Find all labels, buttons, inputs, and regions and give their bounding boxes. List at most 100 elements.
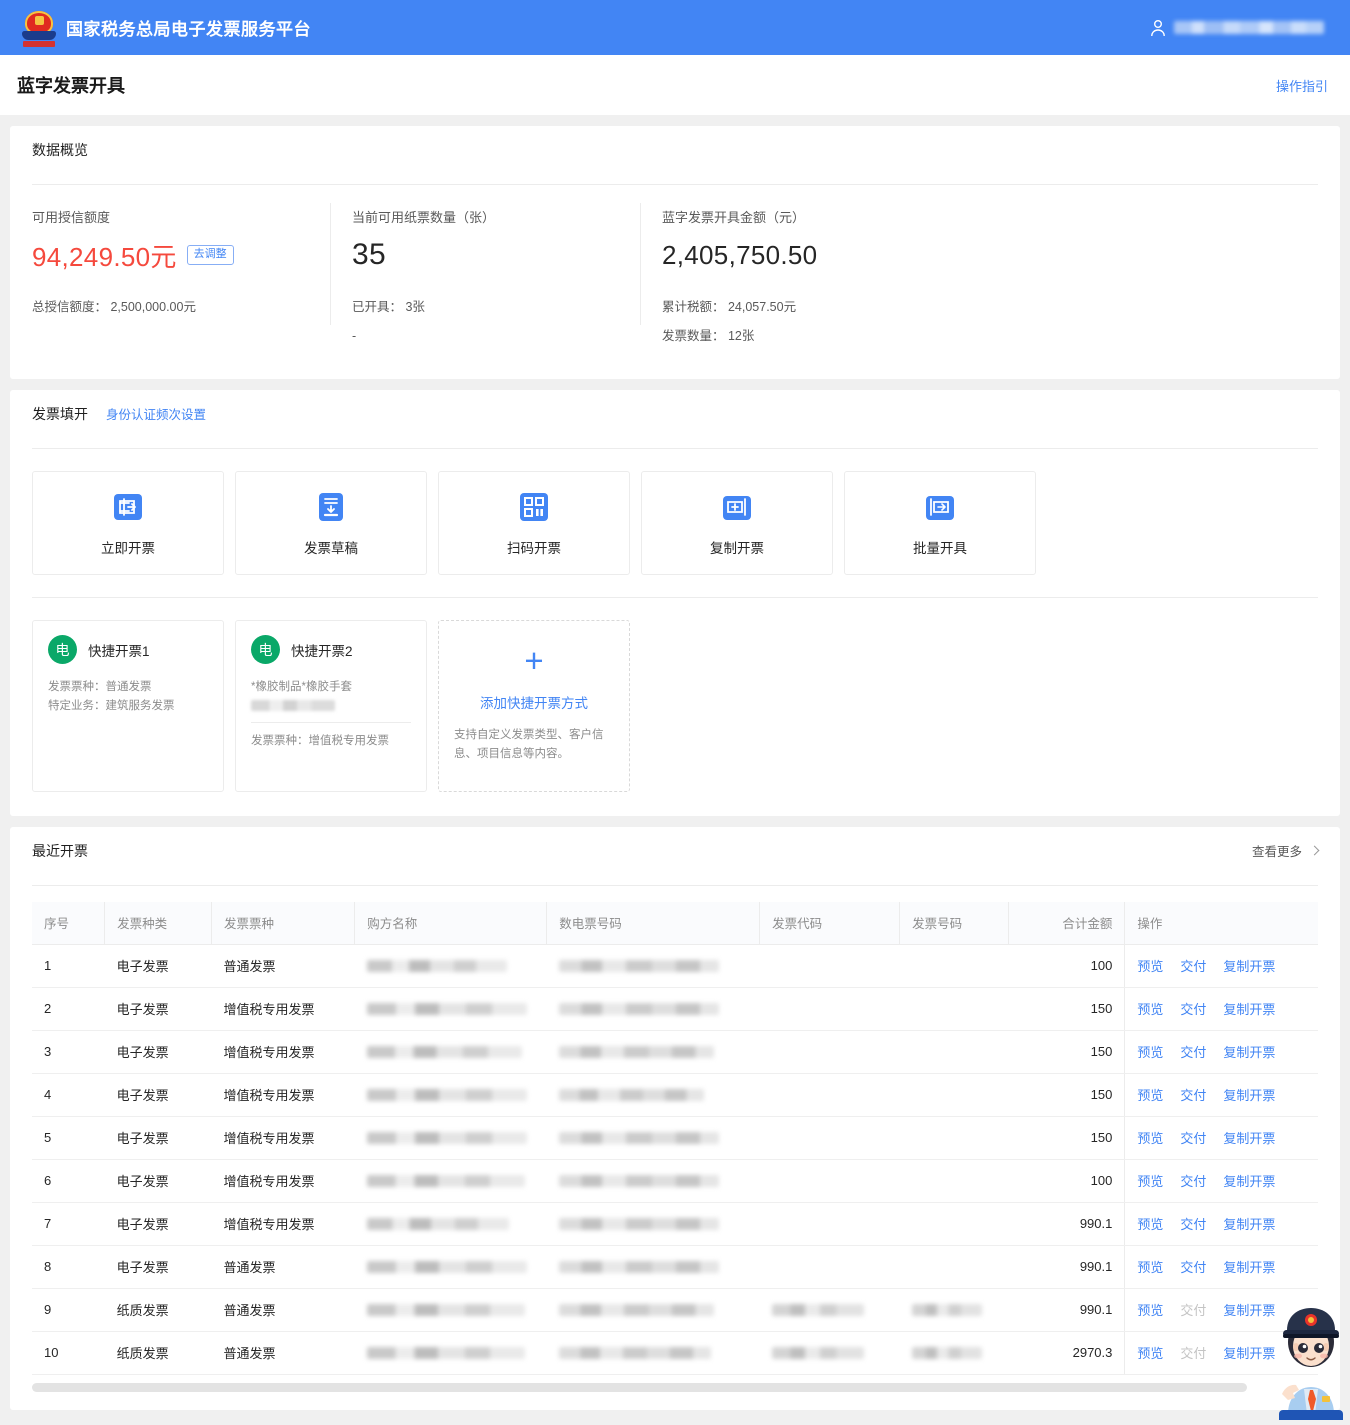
cell-total-amount: 990.1 <box>1009 1245 1125 1288</box>
chevron-right-icon <box>1310 846 1320 856</box>
tax-officer-mascot[interactable] <box>1274 1290 1348 1420</box>
stat-foot-issued-text: 已开具： 3张 <box>352 300 425 314</box>
stat-value: 2,405,750.50 <box>662 240 817 271</box>
cell-invoice-no <box>900 1116 1009 1159</box>
copy-invoice-link[interactable]: 复制开票 <box>1223 1131 1275 1146</box>
copy-invoice-link[interactable]: 复制开票 <box>1223 1045 1275 1060</box>
view-more-label: 查看更多 <box>1252 841 1302 860</box>
col-header-operations: 操作 <box>1125 902 1318 944</box>
cell-invoice-code <box>760 1245 900 1288</box>
preview-link[interactable]: 预览 <box>1137 959 1163 974</box>
table-body: 1电子发票普通发票100预览交付复制开票2电子发票增值税专用发票150预览交付复… <box>32 944 1318 1374</box>
cell-invoice-type: 普通发票 <box>212 1331 355 1374</box>
page-header: 蓝字发票开具 操作指引 <box>0 55 1350 115</box>
deliver-link[interactable]: 交付 <box>1180 1088 1206 1103</box>
tile-label: 发票草稿 <box>304 537 358 557</box>
tile-scan-invoice[interactable]: 扫码开票 <box>438 471 630 575</box>
cell-invoice-code <box>760 1202 900 1245</box>
preview-link[interactable]: 预览 <box>1137 1002 1163 1017</box>
cell-digital-invoice-no <box>547 1331 760 1374</box>
user-area[interactable] <box>1150 19 1334 37</box>
identity-auth-frequency-link[interactable]: 身份认证频次设置 <box>106 404 206 423</box>
deliver-link[interactable]: 交付 <box>1180 1131 1206 1146</box>
cell-total-amount: 2970.3 <box>1009 1331 1125 1374</box>
copy-invoice-link[interactable]: 复制开票 <box>1223 1088 1275 1103</box>
cell-seq: 2 <box>32 987 105 1030</box>
user-icon <box>1150 19 1166 37</box>
preview-link[interactable]: 预览 <box>1137 1346 1163 1361</box>
copy-invoice-link[interactable]: 复制开票 <box>1223 1346 1275 1361</box>
cell-operations: 预览 交付 复制开票 <box>1125 1116 1318 1159</box>
electronic-badge-icon: 电 <box>251 635 280 664</box>
stat-paper-invoice-count: 当前可用纸票数量（张） 35 已开具： 3张 - <box>352 207 662 351</box>
cell-invoice-type: 普通发票 <box>212 944 355 987</box>
cell-invoice-code <box>760 1159 900 1202</box>
deliver-link[interactable]: 交付 <box>1180 959 1206 974</box>
masked-value <box>367 1089 527 1101</box>
preview-link[interactable]: 预览 <box>1137 1174 1163 1189</box>
preview-link[interactable]: 预览 <box>1137 1303 1163 1318</box>
quick-card-title: 快捷开票1 <box>88 640 150 660</box>
table-row: 3电子发票增值税专用发票150预览交付复制开票 <box>32 1030 1318 1073</box>
table-horizontal-scrollbar[interactable] <box>32 1383 1318 1392</box>
tile-copy-invoice[interactable]: 复制开票 <box>641 471 833 575</box>
copy-invoice-link[interactable]: 复制开票 <box>1223 1002 1275 1017</box>
masked-value <box>559 1175 719 1187</box>
preview-link[interactable]: 预览 <box>1137 1088 1163 1103</box>
quick-card-line1: *橡胶制品*橡胶手套 <box>251 678 411 697</box>
invoice-arrow-icon <box>111 490 145 524</box>
stat-credit-limit: 可用授信额度 94,249.50元 去调整 总授信额度： 2,500,000.0… <box>32 207 352 351</box>
tile-issue-now[interactable]: 立即开票 <box>32 471 224 575</box>
quick-card-title: 快捷开票2 <box>291 640 353 660</box>
quick-card-line3: 发票票种：增值税专用发票 <box>251 732 411 751</box>
invoice-batch-icon <box>923 490 957 524</box>
cell-buyer-name <box>355 1202 547 1245</box>
cell-total-amount: 990.1 <box>1009 1288 1125 1331</box>
cell-total-amount: 100 <box>1009 1159 1125 1202</box>
quick-card-2[interactable]: 电 快捷开票2 *橡胶制品*橡胶手套 发票票种：增值税专用发票 <box>235 620 427 792</box>
stat-value: 35 <box>352 238 386 272</box>
preview-link[interactable]: 预览 <box>1137 1045 1163 1060</box>
deliver-link: 交付 <box>1180 1346 1206 1361</box>
quick-card-1[interactable]: 电 快捷开票1 发票票种：普通发票 特定业务：建筑服务发票 <box>32 620 224 792</box>
preview-link[interactable]: 预览 <box>1137 1131 1163 1146</box>
tile-batch-issue[interactable]: 批量开具 <box>844 471 1036 575</box>
col-header-type: 发票票种 <box>212 902 355 944</box>
table-row: 1电子发票普通发票100预览交付复制开票 <box>32 944 1318 987</box>
adjust-credit-button[interactable]: 去调整 <box>187 245 234 265</box>
recent-invoices-panel: 最近开票 查看更多 序号 发票种类 发票票种 购方名称 数电票号码 发票代码 <box>10 827 1340 1410</box>
masked-value <box>559 1132 719 1144</box>
deliver-link[interactable]: 交付 <box>1180 1217 1206 1232</box>
cell-invoice-kind: 电子发票 <box>105 944 212 987</box>
copy-invoice-link[interactable]: 复制开票 <box>1223 1303 1275 1318</box>
deliver-link[interactable]: 交付 <box>1180 1045 1206 1060</box>
masked-value <box>559 960 719 972</box>
preview-link[interactable]: 预览 <box>1137 1217 1163 1232</box>
copy-invoice-link[interactable]: 复制开票 <box>1223 1174 1275 1189</box>
cell-buyer-name <box>355 1030 547 1073</box>
add-quick-title: 添加快捷开票方式 <box>480 692 588 712</box>
cell-digital-invoice-no <box>547 1245 760 1288</box>
preview-link[interactable]: 预览 <box>1137 1260 1163 1275</box>
table-row: 10纸质发票普通发票2970.3预览交付复制开票 <box>32 1331 1318 1374</box>
app-header: 国家税务总局电子发票服务平台 <box>0 0 1350 55</box>
deliver-link[interactable]: 交付 <box>1180 1002 1206 1017</box>
tile-invoice-draft[interactable]: 发票草稿 <box>235 471 427 575</box>
qr-code-icon <box>517 490 551 524</box>
cell-buyer-name <box>355 987 547 1030</box>
cell-digital-invoice-no <box>547 1159 760 1202</box>
cell-seq: 1 <box>32 944 105 987</box>
copy-invoice-link[interactable]: 复制开票 <box>1223 1217 1275 1232</box>
masked-value <box>559 1003 719 1015</box>
deliver-link[interactable]: 交付 <box>1180 1260 1206 1275</box>
cell-invoice-no <box>900 1159 1009 1202</box>
add-quick-invoice-card[interactable]: + 添加快捷开票方式 支持自定义发票类型、客户信息、项目信息等内容。 <box>438 620 630 792</box>
copy-invoice-link[interactable]: 复制开票 <box>1223 959 1275 974</box>
scrollbar-thumb[interactable] <box>32 1383 1247 1392</box>
cell-invoice-type: 增值税专用发票 <box>212 1030 355 1073</box>
operation-guide-link[interactable]: 操作指引 <box>1276 76 1328 95</box>
copy-invoice-link[interactable]: 复制开票 <box>1223 1260 1275 1275</box>
deliver-link[interactable]: 交付 <box>1180 1174 1206 1189</box>
view-more-link[interactable]: 查看更多 <box>1252 841 1318 860</box>
stat-foot-placeholder: - <box>352 322 622 351</box>
